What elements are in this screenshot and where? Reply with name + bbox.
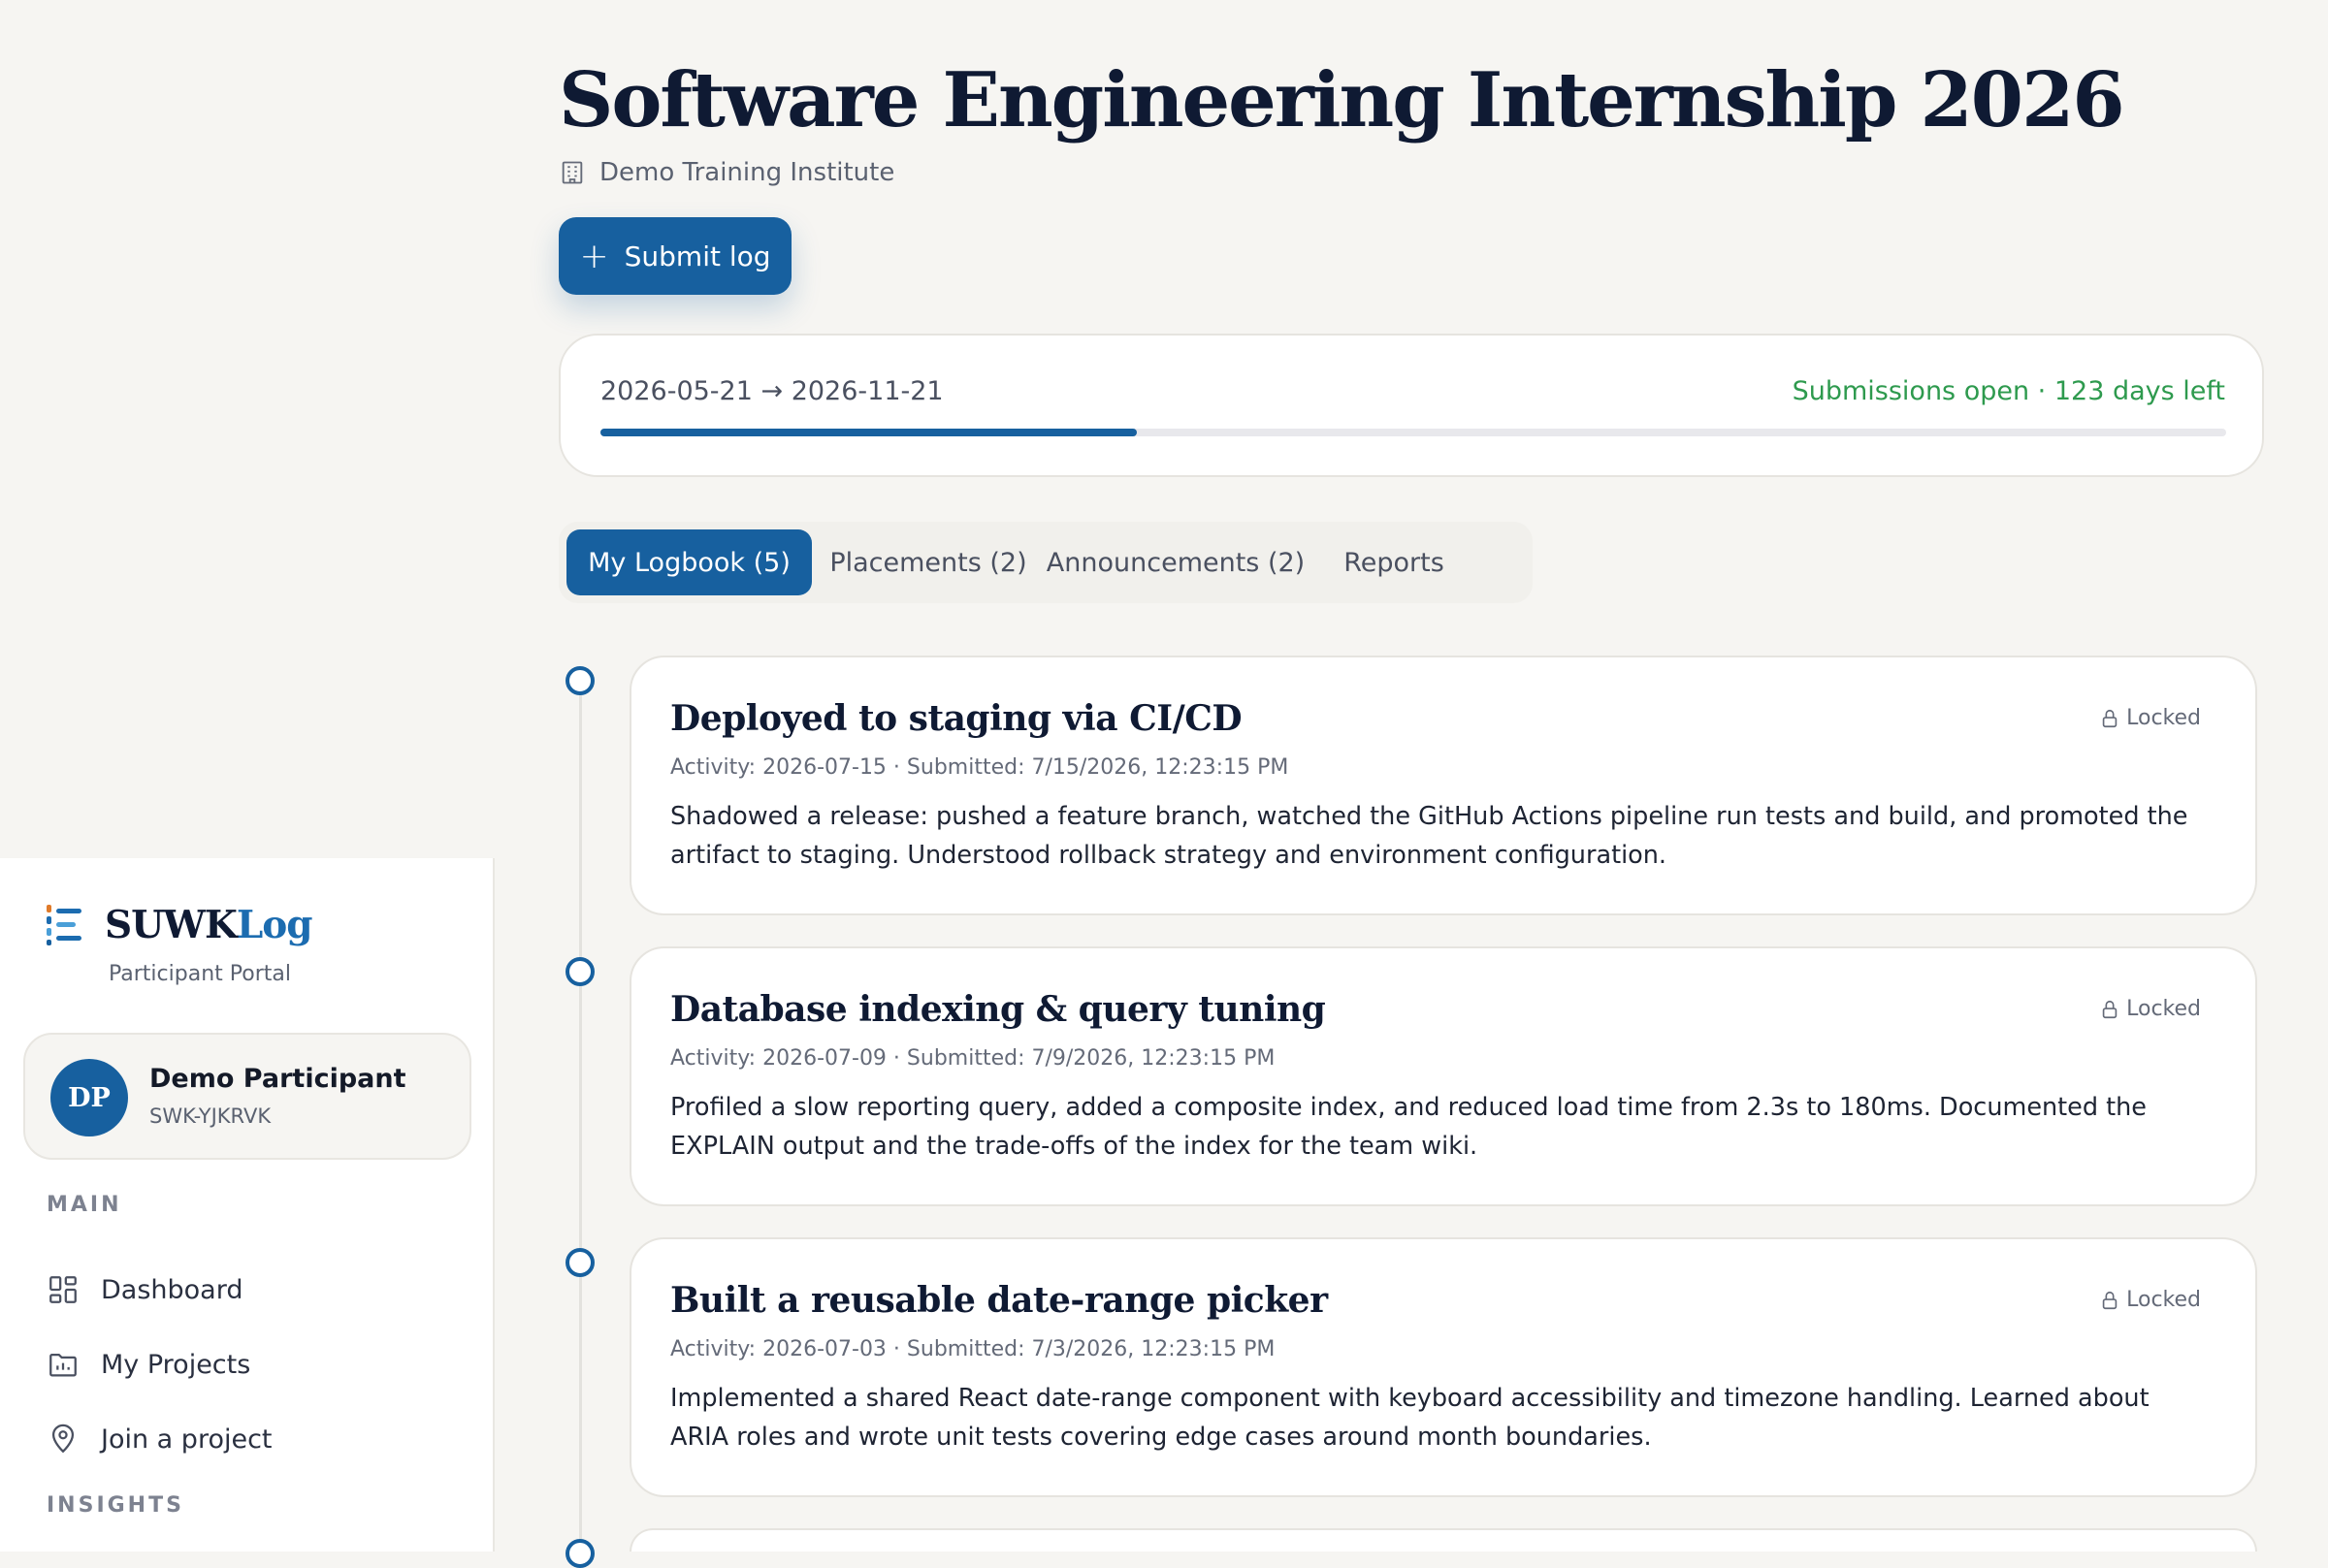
log-meta: Activity: 2026-07-15 · Submitted: 7/15/2…: [670, 755, 1289, 780]
locked-label: Locked: [2126, 706, 2201, 730]
log-entry[interactable]: Deployed to staging via CI/CD Activity: …: [630, 656, 2257, 915]
log-body: Shadowed a release: pushed a feature bra…: [670, 802, 2188, 870]
nav-section-insights: INSIGHTS: [47, 1493, 184, 1518]
organization: Demo Training Institute: [559, 158, 894, 187]
nav-item-dashboard[interactable]: Dashboard: [47, 1265, 242, 1314]
timeline-dot: [566, 1248, 595, 1277]
log-body: Implemented a shared React date-range co…: [670, 1384, 2150, 1452]
nav-section-main: MAIN: [47, 1193, 122, 1217]
brand-name: SUWKLog: [105, 903, 313, 947]
tab-announcements[interactable]: Announcements (2): [1045, 529, 1307, 595]
log-body: Profiled a slow reporting query, added a…: [670, 1093, 2147, 1161]
plus-icon: +: [579, 236, 609, 276]
lock-icon: [2102, 709, 2118, 727]
brand-subtitle: Participant Portal: [109, 962, 291, 986]
period-progress-fill: [600, 429, 1138, 436]
avatar: DP: [50, 1059, 128, 1136]
tab-my-logbook[interactable]: My Logbook (5): [566, 529, 812, 595]
page-title: Software Engineering Internship 2026: [559, 56, 2125, 144]
period-card: 2026-05-21 → 2026-11-21 Submissions open…: [559, 334, 2264, 477]
log-title: Database indexing & query tuning: [670, 989, 1326, 1030]
tab-reports[interactable]: Reports: [1316, 529, 1471, 595]
organization-name: Demo Training Institute: [599, 158, 895, 187]
logo-icon: [47, 905, 81, 945]
building-icon: [562, 161, 583, 184]
nav-item-label: Join a project: [101, 1424, 273, 1455]
locked-badge: Locked: [2099, 997, 2201, 1021]
submit-log-label: Submit log: [624, 240, 771, 272]
period-dates: 2026-05-21 → 2026-11-21: [600, 376, 944, 406]
log-meta: Activity: 2026-07-09 · Submitted: 7/9/20…: [670, 1046, 1276, 1071]
timeline-dot: [566, 1539, 595, 1568]
nav-item-label: My Projects: [101, 1349, 251, 1380]
brand[interactable]: SUWKLog: [43, 903, 313, 947]
submission-status: Submissions open · 123 days left: [1792, 376, 2225, 406]
lock-icon: [2102, 1000, 2118, 1018]
folder-icon: [49, 1353, 77, 1377]
lock-icon: [2102, 1291, 2118, 1309]
timeline-dot: [566, 666, 595, 695]
user-id: SWK-YJKRVK: [149, 1104, 272, 1128]
nav-item-my-projects[interactable]: My Projects: [47, 1340, 250, 1389]
nav-item-join-project[interactable]: Join a project: [47, 1415, 273, 1463]
log-meta: Activity: 2026-07-03 · Submitted: 7/3/20…: [670, 1337, 1276, 1361]
location-pin-icon: [51, 1424, 75, 1454]
nav-item-label: Dashboard: [101, 1274, 243, 1305]
dashboard-icon: [49, 1276, 77, 1303]
tab-placements[interactable]: Placements (2): [822, 529, 1035, 595]
submit-log-button[interactable]: + Submit log: [559, 217, 792, 295]
locked-badge: Locked: [2099, 706, 2201, 730]
sidebar: SUWKLog Participant Portal DP Demo Parti…: [0, 858, 495, 1552]
log-entry[interactable]: Database indexing & query tuning Activit…: [630, 946, 2257, 1206]
tab-bar: My Logbook (5) Placements (2) Announceme…: [559, 522, 1533, 603]
log-entry[interactable]: Built a reusable date-range picker Activ…: [630, 1237, 2257, 1497]
timeline-line: [579, 679, 582, 1552]
user-card[interactable]: DP Demo Participant SWK-YJKRVK: [23, 1033, 471, 1160]
period-progress-bar: [600, 429, 2226, 436]
user-name: Demo Participant: [149, 1064, 406, 1094]
log-title: Deployed to staging via CI/CD: [670, 698, 1243, 739]
locked-badge: Locked: [2099, 1288, 2201, 1312]
timeline-dot: [566, 957, 595, 986]
locked-label: Locked: [2126, 1288, 2201, 1312]
locked-label: Locked: [2126, 997, 2201, 1021]
log-title: Built a reusable date-range picker: [670, 1280, 1328, 1321]
log-entry-partial[interactable]: [630, 1528, 2257, 1552]
